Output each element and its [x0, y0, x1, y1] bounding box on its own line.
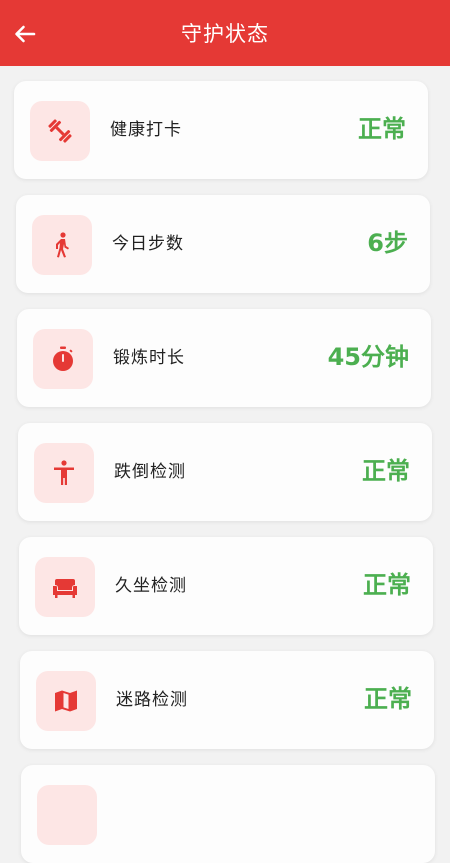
item-label: 锻炼时长: [113, 348, 185, 368]
item-value: 正常: [364, 685, 412, 713]
icon-container: [36, 671, 96, 731]
item-value: 6步: [367, 229, 408, 257]
map-icon: [55, 690, 77, 712]
icon-container: [32, 215, 92, 275]
status-card-health-checkin[interactable]: 健康打卡 正常: [14, 81, 428, 179]
item-label: 跌倒检测: [114, 462, 186, 482]
dumbbell-icon: [48, 119, 72, 143]
item-label: 迷路检测: [116, 690, 188, 710]
item-label: 今日步数: [112, 234, 184, 254]
status-card-lost-detection[interactable]: 迷路检测 正常: [20, 651, 434, 749]
status-card-exercise-duration[interactable]: 锻炼时长 45分钟: [17, 309, 431, 407]
walking-person-icon: [56, 232, 69, 258]
status-card-sedentary-detection[interactable]: 久坐检测 正常: [19, 537, 433, 635]
item-value: 正常: [363, 571, 411, 599]
icon-container: [37, 785, 97, 845]
status-card-partial[interactable]: [21, 765, 435, 863]
item-label: 健康打卡: [110, 120, 182, 140]
item-value: 正常: [362, 457, 410, 485]
app-header: 守护状态: [0, 0, 450, 66]
item-label: 久坐检测: [115, 576, 187, 596]
status-card-steps[interactable]: 今日步数 6步: [16, 195, 430, 293]
status-card-fall-detection[interactable]: 跌倒检测 正常: [18, 423, 432, 521]
icon-container: [35, 557, 95, 617]
icon-container: [34, 443, 94, 503]
stopwatch-icon: [53, 346, 73, 371]
sofa-icon: [53, 579, 77, 598]
icon-container: [30, 101, 90, 161]
status-list: 健康打卡 正常 今日步数 6步 锻炼时长 45分钟 跌倒检测 正常 久坐检测 正…: [0, 0, 450, 863]
person-fall-icon: [54, 460, 74, 485]
icon-container: [33, 329, 93, 389]
item-value: 45分钟: [327, 343, 409, 371]
page-title: 守护状态: [181, 22, 269, 46]
item-value: 正常: [358, 115, 406, 143]
